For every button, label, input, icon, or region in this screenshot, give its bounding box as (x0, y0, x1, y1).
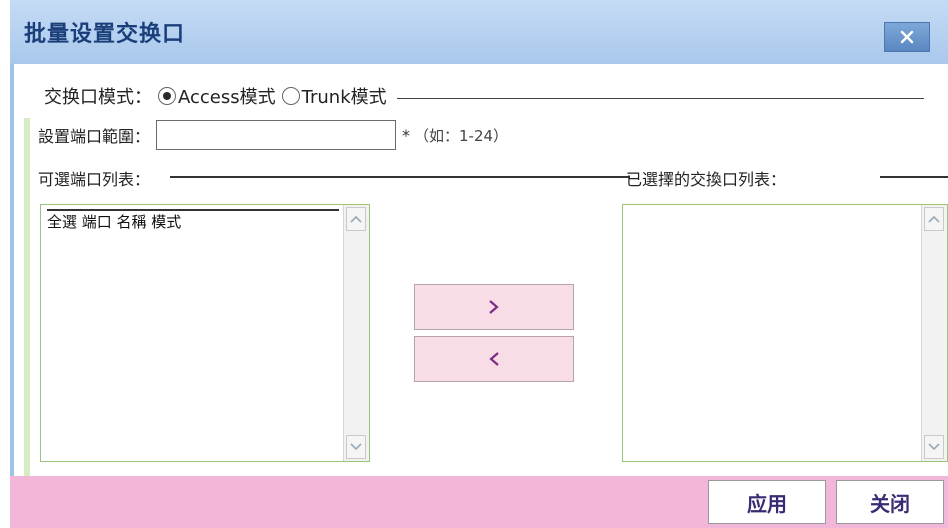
available-list-items: 全選 端口 名稱 模式 (47, 209, 339, 233)
scroll-down-button[interactable] (924, 435, 944, 459)
scroll-up-button[interactable] (924, 207, 944, 231)
left-border-strip (10, 64, 14, 476)
scroll-up-button[interactable] (346, 207, 366, 231)
selected-list-scrollbar[interactable] (921, 205, 947, 461)
port-range-input[interactable] (156, 120, 397, 150)
required-mark: * (402, 125, 411, 145)
title-bar: 批量设置交换口 (10, 0, 948, 64)
selected-title-line (880, 176, 948, 178)
batch-port-dialog: 批量设置交换口 交换口模式： Access模式 Trunk模式 設置端口範圍： … (0, 0, 948, 528)
apply-button[interactable]: 应用 (708, 480, 826, 524)
mode-divider (396, 98, 924, 99)
selected-ports-list[interactable] (622, 204, 948, 462)
chevron-up-icon (928, 215, 940, 223)
remove-port-button[interactable] (414, 336, 574, 382)
chevron-down-icon (928, 443, 940, 451)
dialog-title: 批量设置交换口 (24, 22, 186, 47)
access-mode-label: Access模式 (178, 87, 276, 108)
left-accent-strip (24, 118, 30, 476)
trunk-mode-label: Trunk模式 (301, 87, 387, 108)
close-icon (900, 30, 914, 44)
list-item[interactable]: 全選 端口 名稱 模式 (47, 209, 339, 233)
close-button[interactable]: 关闭 (836, 480, 944, 524)
trunk-mode-radio[interactable] (281, 87, 300, 105)
access-mode-radio[interactable] (158, 87, 176, 105)
chevron-left-icon (489, 352, 499, 366)
selected-ports-title: 已選擇的交換口列表： (626, 170, 787, 189)
available-title-line (170, 176, 630, 178)
mode-row: 交换口模式： Access模式 Trunk模式 (44, 84, 924, 108)
scroll-down-button[interactable] (346, 435, 366, 459)
mode-label: 交换口模式： (44, 87, 152, 108)
chevron-right-icon (489, 300, 499, 314)
port-range-label: 設置端口範圍： (38, 127, 151, 146)
chevron-up-icon (350, 215, 362, 223)
chevron-down-icon (350, 443, 362, 451)
available-list-scrollbar[interactable] (343, 205, 369, 461)
add-port-button[interactable] (414, 284, 574, 330)
port-range-row: 設置端口範圍： * （如：1-24） (38, 120, 918, 150)
port-range-hint: （如：1-24） (414, 126, 509, 145)
available-ports-title: 可選端口列表： (38, 170, 151, 189)
close-x-button[interactable] (884, 22, 930, 52)
available-ports-list[interactable]: 全選 端口 名稱 模式 (40, 204, 370, 462)
